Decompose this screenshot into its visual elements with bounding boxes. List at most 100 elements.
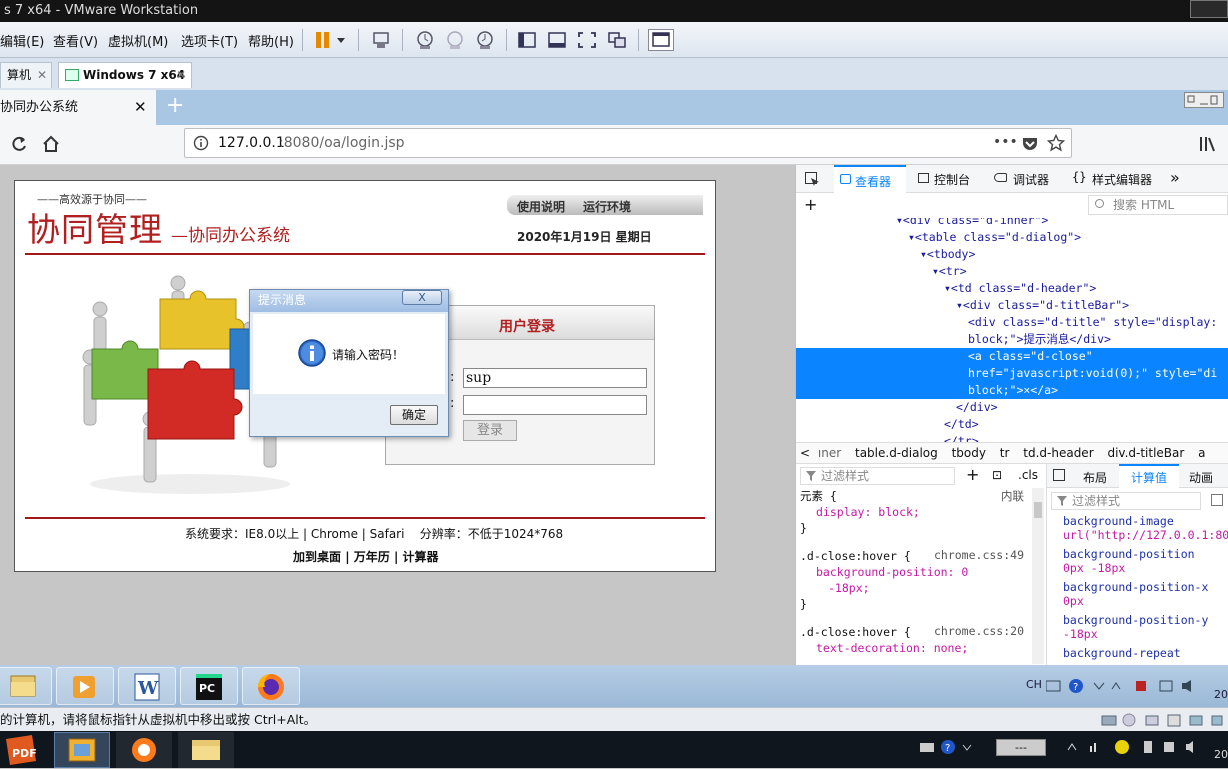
page-actions-icon[interactable]: ••• <box>993 134 1018 150</box>
html-node-line[interactable]: </tr> <box>796 433 1228 442</box>
toggle-pane-icon[interactable] <box>1053 469 1065 481</box>
add-desktop-link[interactable]: 加到桌面 <box>293 550 341 564</box>
unity-icon[interactable] <box>606 29 628 51</box>
dialog-ok-button[interactable]: 确定 <box>390 405 438 425</box>
menu-vm[interactable]: 虚拟机(M) <box>108 31 168 50</box>
breadcrumb-item[interactable]: table.d-dialog <box>845 446 938 460</box>
dialog-close-button[interactable]: X <box>402 290 442 305</box>
menu-tabs[interactable]: 选项卡(T) <box>181 31 238 50</box>
taskbar-vmware[interactable] <box>54 732 110 768</box>
html-node-line[interactable]: <div class="d-title" style="display: <box>796 314 1228 331</box>
pseudo-class-icon[interactable]: ⊡ <box>992 468 1002 482</box>
taskbar-host-firefox[interactable] <box>116 732 172 768</box>
host-status-box[interactable]: --- <box>996 739 1046 756</box>
username-input[interactable]: sup <box>463 368 647 388</box>
tab-my-computer[interactable]: 算机 ✕ <box>0 62 52 88</box>
computed-property[interactable]: background-image url("http://127.0.0.1:80 <box>1051 514 1228 542</box>
cls-toggle[interactable]: .cls <box>1018 468 1038 482</box>
menu-help[interactable]: 帮助(H) <box>248 31 294 50</box>
html-node-line[interactable]: ▾<tbody> <box>796 246 1228 263</box>
firefox-tab[interactable]: 协同办公系统 ✕ <box>0 90 156 125</box>
html-node-line[interactable]: ▾<div class="d-inner"> <box>796 218 1228 229</box>
host-tray-left[interactable]: ? <box>918 738 988 756</box>
rule-declaration[interactable]: -18px; <box>800 580 1028 596</box>
breadcrumb-item[interactable]: tbody <box>942 446 986 460</box>
chevron-down-icon[interactable] <box>334 29 348 51</box>
new-tab-button[interactable]: + <box>166 92 184 120</box>
taskbar-pdf-app[interactable]: PDF <box>2 733 40 767</box>
taskbar-media-player[interactable] <box>56 667 114 705</box>
calculator-link[interactable]: 计算器 <box>403 550 439 564</box>
html-node-line[interactable]: block;">×</a> <box>796 382 1228 399</box>
language-indicator[interactable]: CH <box>1026 678 1042 691</box>
tab-inspector[interactable]: 查看器 <box>834 165 906 193</box>
computed-filter-input[interactable]: 过滤样式 <box>1051 492 1201 510</box>
html-node-line[interactable]: </td> <box>796 416 1228 433</box>
taskbar-pycharm[interactable]: PC <box>180 667 238 705</box>
snapshot-manager-icon[interactable] <box>474 29 496 51</box>
console-view-icon[interactable] <box>648 29 674 51</box>
filter-styles-input[interactable]: 过滤样式 <box>800 467 955 485</box>
tab-layout[interactable]: 布局 <box>1083 469 1107 486</box>
close-icon[interactable]: ✕ <box>134 90 147 125</box>
bookmark-star-icon[interactable] <box>1047 134 1065 152</box>
rule-source[interactable]: 内联 <box>1001 488 1024 504</box>
taskbar-host-explorer[interactable] <box>178 732 234 768</box>
chevron-left-icon[interactable]: < <box>796 446 814 460</box>
picker-icon[interactable] <box>804 171 820 187</box>
rule-declaration[interactable]: display: block; <box>800 504 1028 520</box>
rule-source[interactable]: chrome.css:49 <box>934 548 1024 562</box>
rule-declaration[interactable]: background-position: 0 <box>800 564 1028 580</box>
breadcrumb-item[interactable]: td.d-header <box>1013 446 1093 460</box>
html-node-line[interactable]: ▾<td class="d-header"> <box>796 280 1228 297</box>
rule-declaration[interactable]: text-decoration: none; <box>800 640 1028 656</box>
close-icon[interactable]: ✕ <box>176 63 186 88</box>
url-bar[interactable]: 127.0.0.1 :8080/oa/login.jsp ••• <box>184 128 1072 158</box>
add-rule-icon[interactable]: + <box>966 465 979 484</box>
html-node-line[interactable]: ▾<tr> <box>796 263 1228 280</box>
env-link[interactable]: 运行环境 <box>583 198 631 215</box>
send-keys-icon[interactable] <box>370 29 392 51</box>
host-tray-icons[interactable] <box>1066 738 1206 756</box>
tab-computed[interactable]: 计算值 <box>1131 469 1167 486</box>
html-node-line[interactable]: <a class="d-close" <box>796 348 1228 365</box>
computed-property[interactable]: background-position 0px -18px <box>1051 547 1195 575</box>
search-html-input[interactable]: 搜索 HTML <box>1088 195 1228 215</box>
rules-scrollbar[interactable] <box>1032 488 1044 664</box>
add-node-icon[interactable]: + <box>804 195 817 214</box>
html-tree[interactable]: ▾<div class="d-inner"> ▾<table class="d-d… <box>796 218 1228 442</box>
calendar-link[interactable]: 万年历 <box>354 550 390 564</box>
login-button[interactable]: 登录 <box>463 420 517 441</box>
snapshot-icon[interactable] <box>414 29 436 51</box>
html-node-line[interactable]: href="javascript:void(0);" style="di <box>796 365 1228 382</box>
menu-edit[interactable]: 编辑(E) <box>0 31 44 50</box>
breadcrumb-item[interactable]: div.d-titleBar <box>1097 446 1184 460</box>
html-node-line[interactable]: ▾<div class="d-titleBar"> <box>796 297 1228 314</box>
guest-tray-icons[interactable]: ? <box>1046 678 1216 694</box>
computed-property[interactable]: background-position-y -18px <box>1051 613 1208 641</box>
browser-styles-checkbox[interactable] <box>1211 494 1223 506</box>
sidebar-view-icon[interactable] <box>516 29 538 51</box>
device-icons[interactable] <box>1100 712 1226 728</box>
pocket-icon[interactable] <box>1021 135 1039 153</box>
html-node-line[interactable]: ▾<table class="d-dialog"> <box>796 229 1228 246</box>
breadcrumb-item[interactable]: tr <box>990 446 1010 460</box>
html-node-line[interactable]: </div> <box>796 399 1228 416</box>
taskbar-firefox[interactable] <box>242 667 300 705</box>
window-controls[interactable] <box>1184 92 1224 108</box>
menu-view[interactable]: 查看(V) <box>53 31 98 50</box>
taskbar-word[interactable]: W <box>118 667 176 705</box>
info-icon[interactable] <box>193 135 209 151</box>
help-link[interactable]: 使用说明 <box>517 198 565 215</box>
reload-icon[interactable] <box>10 135 28 153</box>
more-tabs-icon[interactable]: » <box>1170 168 1180 187</box>
home-icon[interactable] <box>42 135 60 153</box>
tab-animations[interactable]: 动画 <box>1189 469 1213 486</box>
close-icon[interactable]: ✕ <box>37 63 47 88</box>
breadcrumb-item[interactable]: ıner <box>818 446 841 460</box>
tab-windows7[interactable]: Windows 7 x64 ✕ <box>58 62 192 88</box>
library-icon[interactable] <box>1198 135 1216 153</box>
rule-source[interactable]: chrome.css:20 <box>934 624 1024 638</box>
revert-snapshot-icon[interactable] <box>444 29 466 51</box>
pause-icon[interactable] <box>312 29 334 51</box>
